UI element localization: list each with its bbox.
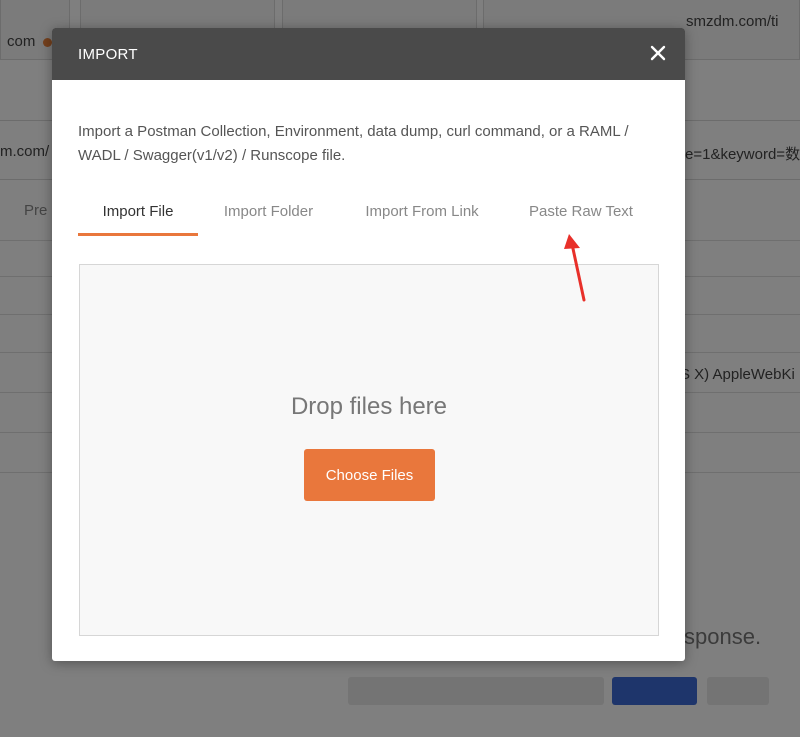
close-button[interactable]	[647, 42, 669, 64]
drop-files-text: Drop files here	[290, 393, 448, 420]
modal-title: IMPORT	[78, 46, 138, 63]
modal-header: IMPORT	[52, 28, 685, 80]
tab-import-file-label: Import File	[102, 203, 174, 220]
tab-import-from-link-label: Import From Link	[365, 203, 479, 220]
choose-files-button[interactable]: Choose Files	[304, 449, 435, 501]
close-icon	[650, 45, 666, 61]
import-modal: IMPORT Import a Postman Collection, Envi…	[52, 28, 685, 661]
import-description: Import a Postman Collection, Environment…	[78, 123, 629, 164]
tab-import-folder-label: Import Folder	[223, 203, 314, 220]
red-arrow-annotation	[564, 234, 586, 302]
tab-import-file[interactable]: Import File	[78, 200, 198, 236]
tab-import-from-link[interactable]: Import From Link	[357, 200, 487, 236]
file-dropzone[interactable]: Drop files here Choose Files	[79, 264, 659, 636]
tab-import-folder[interactable]: Import Folder	[216, 200, 321, 236]
tab-paste-raw-text-label: Paste Raw Text	[529, 203, 633, 220]
